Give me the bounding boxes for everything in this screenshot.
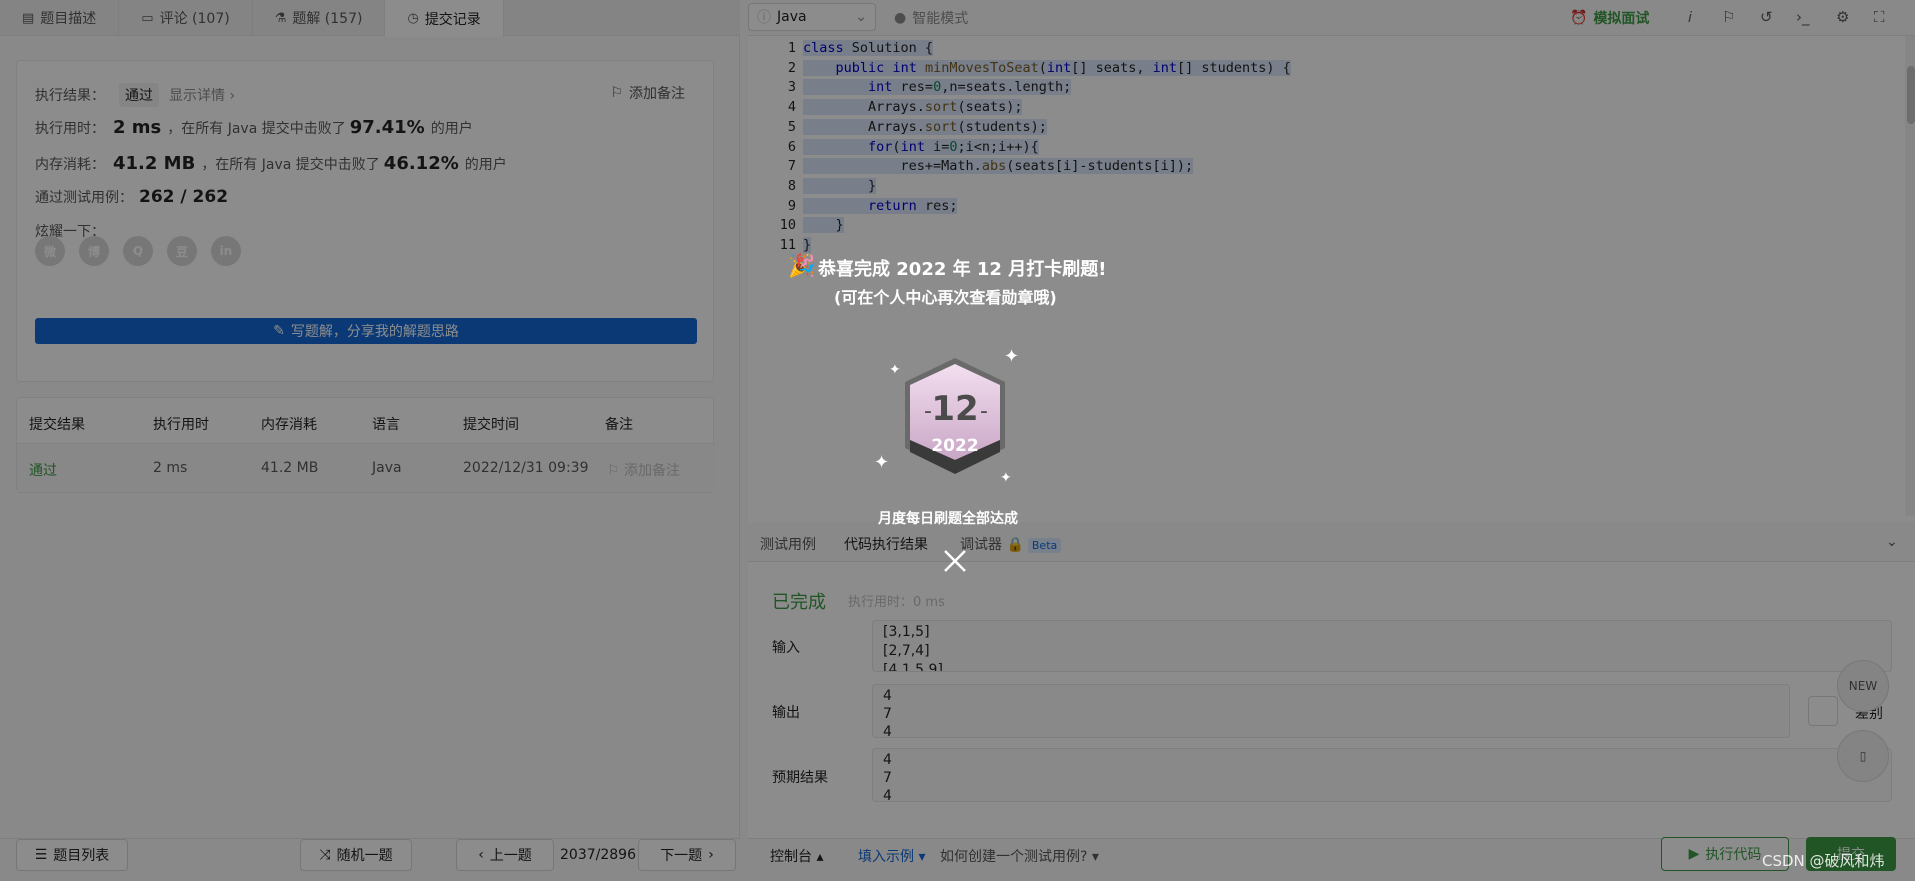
badge-caption: 月度每日刷题全部达成 [878,511,1018,527]
congrats-title: 恭喜完成 2022 年 12 月打卡刷题! [818,259,1107,280]
congrats-subtitle: (可在个人中心再次查看勋章哦) [834,288,1057,307]
badge-dash-right: - [980,399,988,424]
party-popper-icon: 🎉 [788,254,816,279]
badge-dash-left: - [924,399,932,424]
monthly-badge: 12 - - 2022 [905,358,1005,474]
badge-year: 2022 [931,436,978,456]
app-root: ▤ 题目描述 ▭ 评论 (107) ⚗ 题解 (157) ◷ 提交记录 执行结果… [0,0,1915,881]
close-icon[interactable] [940,546,970,576]
badge-month: 12 [931,389,978,429]
watermark: CSDN @破风和炜 [1762,852,1885,870]
modal-overlay[interactable]: 🎉 恭喜完成 2022 年 12 月打卡刷题! (可在个人中心再次查看勋章哦) … [0,0,1915,881]
